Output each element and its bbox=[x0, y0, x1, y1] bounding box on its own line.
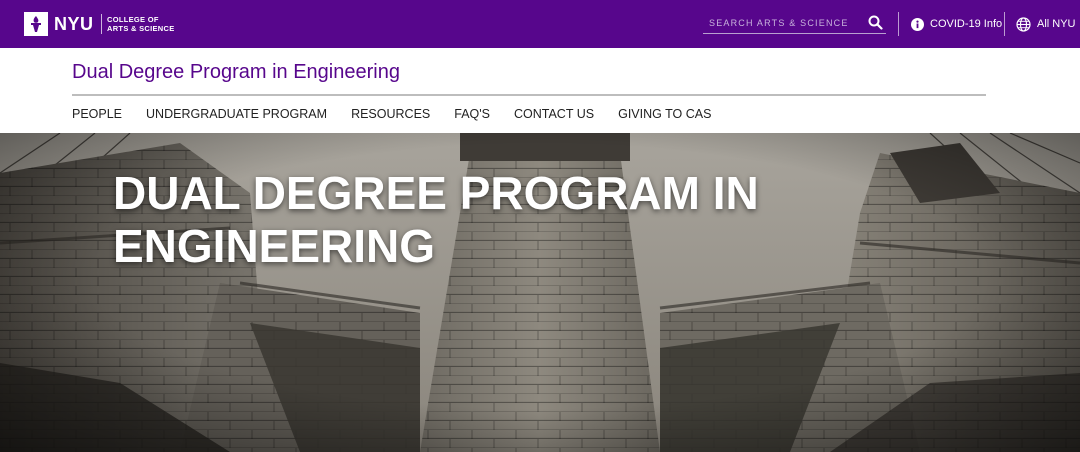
hero-title: DUAL DEGREE PROGRAM IN ENGINEERING bbox=[113, 167, 759, 272]
nyu-torch-icon[interactable] bbox=[24, 12, 48, 36]
logo-divider bbox=[101, 14, 102, 34]
covid-info-label: COVID-19 Info bbox=[930, 18, 1003, 30]
brand-logo-text[interactable]: NYU bbox=[54, 13, 94, 35]
site-title[interactable]: Dual Degree Program in Engineering bbox=[72, 60, 400, 84]
search-icon[interactable] bbox=[868, 15, 883, 30]
title-divider bbox=[72, 94, 986, 96]
info-icon bbox=[911, 17, 924, 31]
nav-item-faqs[interactable]: FAQ'S bbox=[454, 105, 490, 123]
covid-info-link[interactable]: COVID-19 Info bbox=[911, 15, 1002, 33]
school-line-2: ARTS & SCIENCE bbox=[107, 24, 175, 33]
separator bbox=[1004, 12, 1005, 36]
nav-item-undergraduate-program[interactable]: UNDERGRADUATE PROGRAM bbox=[146, 105, 327, 123]
search-input[interactable] bbox=[703, 14, 858, 32]
globe-icon bbox=[1016, 16, 1031, 32]
search-box bbox=[703, 12, 886, 34]
separator bbox=[898, 12, 899, 36]
main-nav: PEOPLE UNDERGRADUATE PROGRAM RESOURCES F… bbox=[72, 105, 735, 123]
nav-item-giving-to-cas[interactable]: GIVING TO CAS bbox=[618, 105, 711, 123]
school-line-1: COLLEGE OF bbox=[107, 15, 159, 24]
top-bar: NYU COLLEGE OF ARTS & SCIENCE COVID-19 I… bbox=[0, 0, 1080, 48]
school-name[interactable]: COLLEGE OF ARTS & SCIENCE bbox=[107, 15, 187, 33]
nav-item-people[interactable]: PEOPLE bbox=[72, 105, 122, 123]
all-nyu-label: All NYU bbox=[1037, 18, 1076, 30]
all-nyu-link[interactable]: All NYU bbox=[1016, 15, 1076, 33]
nav-item-resources[interactable]: RESOURCES bbox=[351, 105, 430, 123]
nav-item-contact-us[interactable]: CONTACT US bbox=[514, 105, 594, 123]
